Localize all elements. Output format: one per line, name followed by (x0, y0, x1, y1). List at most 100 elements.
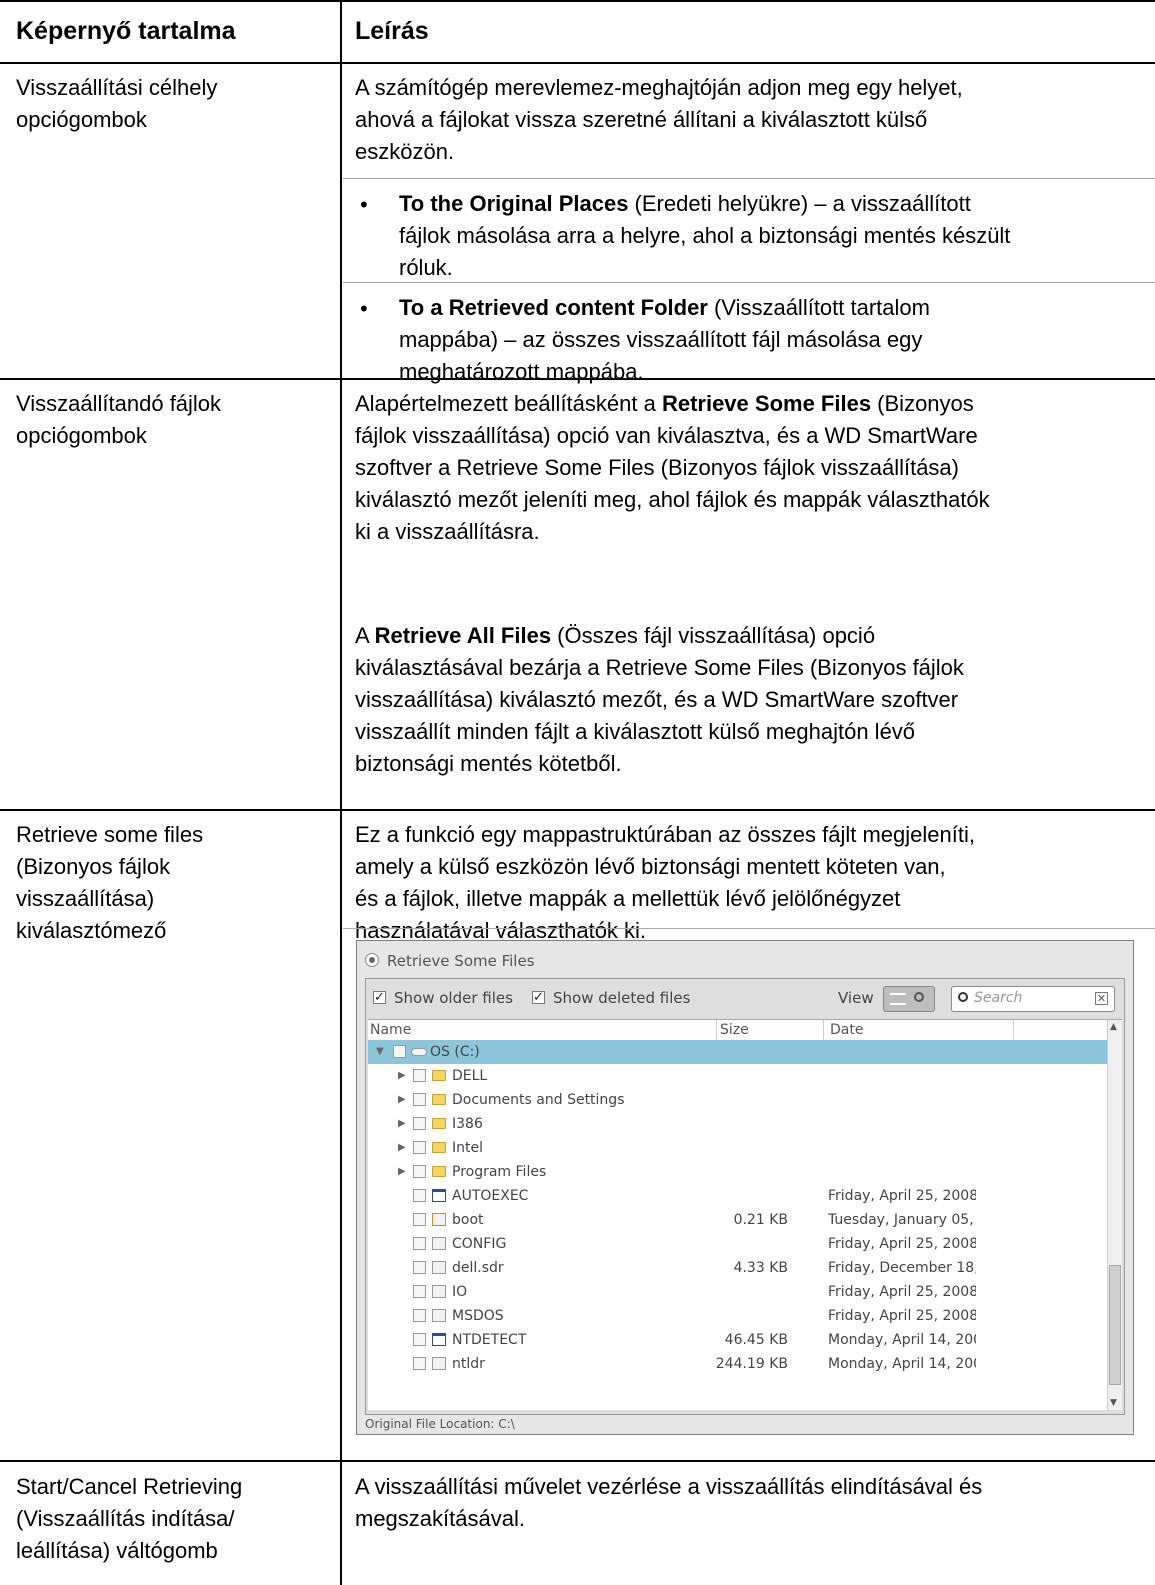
tree-row[interactable]: ▶ Intel (368, 1136, 1108, 1160)
document-file-icon (432, 1309, 446, 1322)
list-view-icon[interactable] (890, 993, 906, 1005)
document-file-icon (432, 1285, 446, 1298)
row-date: Tuesday, January 05, 2( (828, 1212, 976, 1228)
file-row[interactable]: IO Friday, April 25, 2008 (368, 1280, 1108, 1304)
label-line: (Visszaállítás indítása/ (16, 1506, 235, 1531)
row-checkbox[interactable] (413, 1285, 426, 1298)
row-size: 244.19 KB (715, 1356, 788, 1372)
tree-row[interactable]: ▶ Documents and Settings (368, 1088, 1108, 1112)
document-file-icon (432, 1237, 446, 1250)
column-header-description: Leírás (355, 17, 429, 45)
collapsed-arrow-icon[interactable]: ▶ (398, 1112, 406, 1136)
row-date: Friday, April 25, 2008 (828, 1284, 976, 1300)
tree-row-drive[interactable]: ▼ OS (C:) (368, 1040, 1108, 1064)
row-checkbox[interactable] (413, 1189, 426, 1202)
collapsed-arrow-icon[interactable]: ▶ (398, 1136, 406, 1160)
collapsed-arrow-icon[interactable]: ▶ (398, 1160, 406, 1184)
text-line: A számítógép merevlemez-meghajtóján adjo… (355, 75, 963, 100)
text-line: A visszaállítási művelet vezérlése a vis… (355, 1474, 983, 1499)
view-toggle[interactable] (883, 986, 935, 1012)
column-separator (716, 1020, 717, 1040)
text-line: róluk. (399, 255, 453, 280)
column-header-screen-content: Képernyő tartalma (16, 17, 236, 45)
label-line: opciógombok (16, 423, 147, 448)
row-date: Friday, April 25, 2008 (828, 1236, 976, 1252)
paragraph-separator (343, 928, 1155, 929)
scroll-up-arrow-icon[interactable]: ▲ (1110, 1022, 1117, 1032)
magnifier-view-icon[interactable] (914, 992, 924, 1002)
show-deleted-label: Show deleted files (553, 989, 691, 1007)
text-line: ahová a fájlokat vissza szeretné állítan… (355, 107, 928, 132)
scroll-down-arrow-icon[interactable]: ▼ (1110, 1398, 1117, 1408)
label-line: opciógombok (16, 107, 147, 132)
folder-icon (432, 1094, 446, 1105)
text-line: ki a visszaállításra. (355, 519, 540, 544)
column-name-header[interactable]: Name (370, 1020, 411, 1040)
row-date: Friday, April 25, 2008 (828, 1188, 976, 1204)
row-checkbox[interactable] (413, 1237, 426, 1250)
collapsed-arrow-icon[interactable]: ▶ (398, 1064, 406, 1088)
row-checkbox[interactable] (413, 1117, 426, 1130)
text-line: kiválasztó mezőt jeleníti meg, ahol fájl… (355, 487, 990, 512)
file-row[interactable]: dell.sdr 4.33 KB Friday, December 18, 2( (368, 1256, 1108, 1280)
file-list: Name Size Date ▼ OS (C:) ▶ DELL ▶ Docume… (368, 1019, 1122, 1410)
row-name: dell.sdr (452, 1260, 504, 1276)
row-checkbox[interactable] (393, 1045, 406, 1058)
show-deleted-checkbox[interactable]: ✓ (532, 991, 545, 1004)
text-run: Alapértelmezett beállításként a (355, 391, 662, 416)
folder-icon (432, 1142, 446, 1153)
row1-label: Visszaállítási célhely opciógombok (16, 72, 217, 136)
row-checkbox[interactable] (413, 1309, 426, 1322)
file-row[interactable]: AUTOEXEC Friday, April 25, 2008 (368, 1184, 1108, 1208)
row-size: 4.33 KB (733, 1260, 788, 1276)
row-name: AUTOEXEC (452, 1188, 529, 1204)
file-browser-panel: ✓ Show older files ✓ Show deleted files … (365, 978, 1125, 1415)
expanded-arrow-icon[interactable]: ▼ (376, 1040, 384, 1064)
row4-label: Start/Cancel Retrieving (Visszaállítás i… (16, 1471, 242, 1567)
file-row[interactable]: CONFIG Friday, April 25, 2008 (368, 1232, 1108, 1256)
row-checkbox[interactable] (413, 1141, 426, 1154)
column-separator (823, 1020, 824, 1040)
row-size: 46.45 KB (724, 1332, 788, 1348)
vertical-scrollbar[interactable]: ▲ ▼ (1107, 1020, 1122, 1410)
row-checkbox[interactable] (413, 1261, 426, 1274)
row-checkbox[interactable] (413, 1333, 426, 1346)
text-line: amely a külső eszközön lévő biztonsági m… (355, 854, 946, 879)
row-checkbox[interactable] (413, 1165, 426, 1178)
row2-label: Visszaállítandó fájlok opciógombok (16, 388, 221, 452)
label-line: Visszaállítandó fájlok (16, 391, 222, 416)
row-checkbox[interactable] (413, 1357, 426, 1370)
tree-row[interactable]: ▶ DELL (368, 1064, 1108, 1088)
application-file-icon (432, 1333, 446, 1346)
label-line: kiválasztómező (16, 918, 167, 943)
file-row[interactable]: MSDOS Friday, April 25, 2008 (368, 1304, 1108, 1328)
option-name: Retrieve All Files (374, 623, 552, 648)
show-older-label: Show older files (394, 989, 513, 1007)
file-row[interactable]: NTDETECT 46.45 KB Monday, April 14, 2008 (368, 1328, 1108, 1352)
text-line: fájlok másolása arra a helyre, ahol a bi… (399, 223, 1011, 248)
tree-row[interactable]: ▶ I386 (368, 1112, 1108, 1136)
file-row[interactable]: boot 0.21 KB Tuesday, January 05, 2( (368, 1208, 1108, 1232)
collapsed-arrow-icon[interactable]: ▶ (398, 1088, 406, 1112)
row-checkbox[interactable] (413, 1213, 426, 1226)
tree-row[interactable]: ▶ Program Files (368, 1160, 1108, 1184)
text-line: megszakításával. (355, 1506, 525, 1531)
text-line: és a fájlok, illetve mappák a mellettük … (355, 886, 901, 911)
row-checkbox[interactable] (413, 1093, 426, 1106)
scrollbar-thumb[interactable] (1109, 1265, 1121, 1385)
column-separator (1013, 1020, 1014, 1040)
clear-search-icon[interactable]: ✕ (1095, 992, 1108, 1005)
row-checkbox[interactable] (413, 1069, 426, 1082)
show-older-checkbox[interactable]: ✓ (373, 991, 386, 1004)
text-line: meghatározott mappába. (399, 359, 644, 384)
text-run: (Összes fájl visszaállítása) opció (551, 623, 876, 648)
column-date-header[interactable]: Date (830, 1020, 863, 1040)
text-line: mappába) – az összes visszaállított fájl… (399, 327, 923, 352)
search-input[interactable]: Search ✕ (951, 986, 1115, 1012)
column-size-header[interactable]: Size (720, 1020, 749, 1040)
option-name: To a Retrieved content Folder (399, 295, 708, 320)
file-row[interactable]: ntldr 244.19 KB Monday, April 14, 2008 (368, 1352, 1108, 1376)
text-line: kiválasztásával bezárja a Retrieve Some … (355, 655, 964, 680)
radio-button-selected[interactable] (365, 953, 379, 967)
view-label: View (838, 989, 874, 1007)
